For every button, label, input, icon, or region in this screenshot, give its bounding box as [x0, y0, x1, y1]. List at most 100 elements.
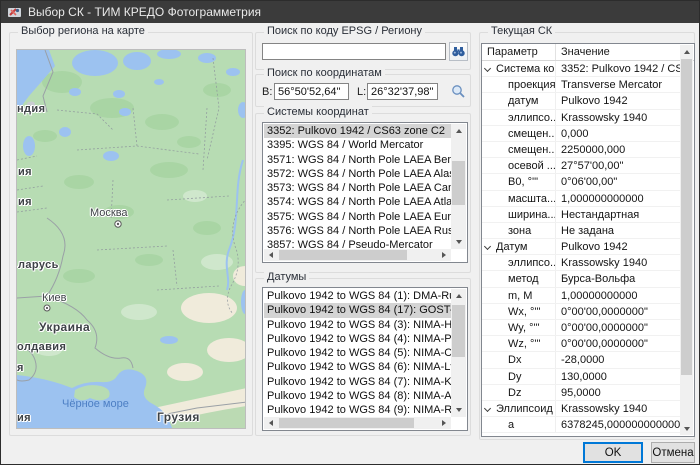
- datums-listbox[interactable]: Pulkovo 1942 to WGS 84 (1): DMA-RusPulko…: [262, 287, 468, 431]
- systems-title: Системы координат: [264, 106, 372, 118]
- table-row[interactable]: Dz 95,0000: [482, 385, 681, 401]
- scroll-thumb[interactable]: [279, 418, 414, 428]
- scroll-left-icon[interactable]: [264, 417, 278, 429]
- table-row[interactable]: Dy 130,0000: [482, 369, 681, 385]
- param-value: Krassowsky 1940: [555, 110, 681, 125]
- datum-list-item[interactable]: Pulkovo 1942 to WGS 84 (3): NIMA-Hun: [264, 318, 451, 332]
- scroll-down-icon[interactable]: [451, 403, 466, 417]
- ok-button[interactable]: OK: [583, 442, 643, 463]
- systems-listbox[interactable]: 3352: Pulkovo 1942 / CS63 zone C23395: W…: [262, 122, 468, 263]
- param-name: Dy: [508, 371, 521, 383]
- dialog-body: Выбор региона на карте: [1, 23, 699, 464]
- scroll-thumb[interactable]: [279, 250, 407, 260]
- scroll-up-icon[interactable]: [451, 124, 466, 138]
- table-row[interactable]: проекция Transverse Mercator: [482, 77, 681, 93]
- table-row[interactable]: Датум Pulkovo 1942: [482, 239, 681, 255]
- table-row[interactable]: Эллипсоид Krassowsky 1940: [482, 401, 681, 417]
- region-map[interactable]: ндияияияМоскваларусьКиевУкраинаолдавияяЧ…: [16, 49, 246, 429]
- latitude-input[interactable]: [274, 83, 349, 100]
- latitude-label: B:: [262, 86, 272, 98]
- param-value: 0°06'00,00": [555, 174, 681, 189]
- map-label: ия: [18, 166, 32, 178]
- system-list-item[interactable]: 3571: WGS 84 / North Pole LAEA Bering Se…: [264, 153, 451, 167]
- param-value: 27°57'00,00": [555, 158, 681, 173]
- cancel-button[interactable]: Отмена: [651, 442, 695, 463]
- current-cs-table[interactable]: Параметр Значение Система ко... 3352: Pu…: [481, 43, 695, 437]
- datum-list-item[interactable]: Pulkovo 1942 to WGS 84 (8): NIMA-Alb: [264, 389, 451, 403]
- binoculars-icon: [452, 46, 465, 57]
- system-list-item[interactable]: 3574: WGS 84 / North Pole LAEA Atlantic: [264, 195, 451, 209]
- epsg-search-input[interactable]: [262, 43, 446, 60]
- scroll-down-icon[interactable]: [680, 422, 693, 435]
- table-row[interactable]: Система ко... 3352: Pulkovo 1942 / CS63 …: [482, 61, 681, 77]
- scroll-right-icon[interactable]: [437, 417, 451, 429]
- table-row[interactable]: датум Pulkovo 1942: [482, 93, 681, 109]
- datum-list-item[interactable]: Pulkovo 1942 to WGS 84 (9): NIMA-Rom: [264, 403, 451, 417]
- longitude-input[interactable]: [367, 83, 438, 100]
- param-value: 6378245,000000000000: [555, 417, 681, 432]
- param-column-header[interactable]: Параметр: [482, 44, 555, 60]
- table-row[interactable]: смещен... 0,000: [482, 126, 681, 142]
- table-row[interactable]: a 6378245,000000000000: [482, 417, 681, 433]
- system-list-item[interactable]: 3575: WGS 84 / North Pole LAEA Europe: [264, 210, 451, 224]
- table-vscrollbar[interactable]: [680, 45, 693, 435]
- table-row[interactable]: Wy, °'" 0°00'00,0000000": [482, 320, 681, 336]
- system-list-item[interactable]: 3576: WGS 84 / North Pole LAEA Russia: [264, 224, 451, 238]
- system-list-item[interactable]: 3395: WGS 84 / World Mercator: [264, 138, 451, 152]
- scroll-thumb[interactable]: [452, 305, 465, 357]
- table-row[interactable]: ширина... Нестандартная: [482, 207, 681, 223]
- system-list-item[interactable]: 3572: WGS 84 / North Pole LAEA Alaska: [264, 167, 451, 181]
- param-name: метод: [508, 273, 539, 285]
- scroll-thumb[interactable]: [681, 59, 692, 375]
- window-title: Выбор СК - ТИМ КРЕДО Фотограмметрия: [28, 5, 261, 19]
- datum-list-item[interactable]: Pulkovo 1942 to WGS 84 (1): DMA-Rus: [264, 289, 451, 303]
- scroll-down-icon[interactable]: [451, 235, 466, 249]
- table-row[interactable]: Wx, °'" 0°00'00,0000000": [482, 304, 681, 320]
- table-row[interactable]: эллипсо... Krassowsky 1940: [482, 255, 681, 271]
- system-list-item[interactable]: 3857: WGS 84 / Pseudo-Mercator: [264, 238, 451, 249]
- param-value: Krassowsky 1940: [555, 401, 681, 416]
- scroll-thumb[interactable]: [452, 161, 465, 205]
- table-row[interactable]: m, M 1,00000000000: [482, 288, 681, 304]
- table-row[interactable]: метод Бурса-Вольфа: [482, 271, 681, 287]
- scroll-right-icon[interactable]: [437, 249, 451, 261]
- scroll-up-icon[interactable]: [680, 45, 693, 58]
- scroll-up-icon[interactable]: [451, 289, 466, 303]
- value-column-header[interactable]: Значение: [555, 44, 694, 60]
- table-row[interactable]: Dx -28,0000: [482, 352, 681, 368]
- systems-hscrollbar[interactable]: [264, 249, 451, 261]
- system-list-item[interactable]: 3573: WGS 84 / North Pole LAEA Canada: [264, 181, 451, 195]
- param-name: ширина...: [508, 209, 555, 221]
- datum-list-item[interactable]: Pulkovo 1942 to WGS 84 (5): NIMA-Cze: [264, 346, 451, 360]
- datums-vscrollbar[interactable]: [451, 289, 466, 417]
- datum-list-item[interactable]: Pulkovo 1942 to WGS 84 (7): NIMA-Kaz: [264, 375, 451, 389]
- datum-list-item[interactable]: Pulkovo 1942 to WGS 84 (6): NIMA-Lva: [264, 360, 451, 374]
- param-name: Система ко...: [496, 63, 555, 75]
- datum-list-item[interactable]: Pulkovo 1942 to WGS 84 (17): GOST-Rus: [264, 303, 451, 317]
- map-label: Москва: [90, 207, 128, 219]
- coord-search-button[interactable]: [449, 82, 467, 100]
- param-value: 130,0000: [555, 369, 681, 384]
- param-value: 95,0000: [555, 385, 681, 400]
- table-row[interactable]: B0, °'" 0°06'00,00": [482, 174, 681, 190]
- systems-vscrollbar[interactable]: [451, 124, 466, 249]
- param-name: a: [508, 419, 514, 431]
- param-name: смещен...: [508, 144, 555, 156]
- table-row[interactable]: Wz, °'" 0°00'00,0000000": [482, 336, 681, 352]
- table-row[interactable]: масшта... 1,000000000000: [482, 191, 681, 207]
- table-row[interactable]: зона Не задана: [482, 223, 681, 239]
- param-value: 0,000: [555, 126, 681, 141]
- datums-hscrollbar[interactable]: [264, 417, 451, 429]
- param-value: -28,0000: [555, 352, 681, 367]
- datum-list-item[interactable]: Pulkovo 1942 to WGS 84 (4): NIMA-Pol: [264, 332, 451, 346]
- scroll-left-icon[interactable]: [264, 249, 278, 261]
- param-name: Dx: [508, 354, 521, 366]
- param-value: Pulkovo 1942: [555, 239, 681, 254]
- table-row[interactable]: осевой ... 27°57'00,00": [482, 158, 681, 174]
- system-list-item[interactable]: 3352: Pulkovo 1942 / CS63 zone C2: [264, 124, 451, 138]
- longitude-label: L:: [357, 86, 366, 98]
- table-row[interactable]: смещен... 2250000,000: [482, 142, 681, 158]
- table-row[interactable]: эллипсо... Krassowsky 1940: [482, 110, 681, 126]
- titlebar[interactable]: Выбор СК - ТИМ КРЕДО Фотограмметрия: [1, 1, 699, 23]
- binoculars-button[interactable]: [449, 42, 468, 61]
